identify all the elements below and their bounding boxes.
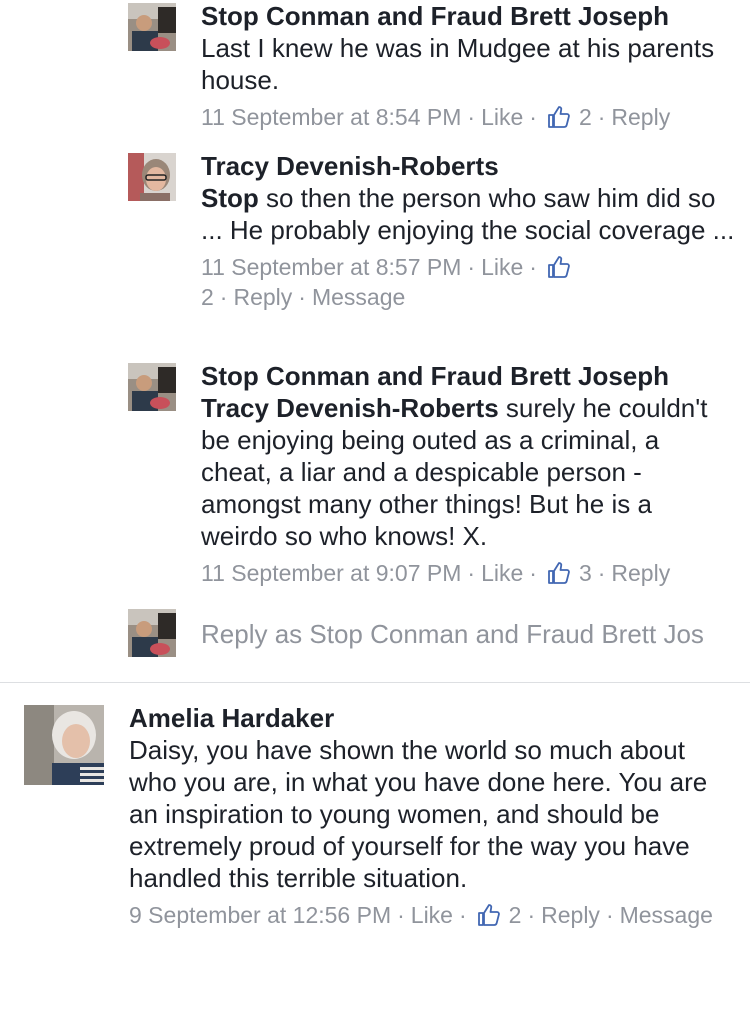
comment-2: Tracy Devenish-Roberts Stop so then the … <box>0 150 750 350</box>
comment-timestamp[interactable]: 11 September at 8:57 PM <box>201 254 461 280</box>
comment-text: so then the person who saw him did so ..… <box>201 183 735 245</box>
comment-meta: 11 September at 8:54 PM · Like · 2 · Reply <box>201 102 741 132</box>
thumbs-up-icon[interactable] <box>547 105 571 129</box>
separator: · <box>458 902 467 928</box>
separator: · <box>605 902 614 928</box>
like-count: 2 <box>201 284 214 310</box>
reply-link[interactable]: Reply <box>541 902 600 928</box>
message-link[interactable]: Message <box>620 902 713 928</box>
comment-3: Stop Conman and Fraud Brett Joseph Tracy… <box>0 360 750 596</box>
comment-text: Last I knew he was in Mudgee at his pare… <box>201 33 715 95</box>
separator: · <box>467 104 476 130</box>
reply-composer[interactable]: Reply as Stop Conman and Fraud Brett Jos <box>0 606 750 662</box>
comment-author[interactable]: Amelia Hardaker <box>129 702 729 734</box>
comment-author[interactable]: Stop Conman and Fraud Brett Joseph <box>201 360 731 392</box>
comment-mention[interactable]: Tracy Devenish-Roberts <box>201 393 499 423</box>
comment-text: Daisy, you have shown the world so much … <box>129 735 708 893</box>
like-count: 3 <box>578 560 592 586</box>
avatar[interactable] <box>128 3 176 51</box>
reply-link[interactable]: Reply <box>233 284 292 310</box>
avatar <box>128 609 176 657</box>
avatar-photo <box>128 609 176 657</box>
comment-author[interactable]: Stop Conman and Fraud Brett Joseph <box>201 0 741 32</box>
thumbs-up-icon[interactable] <box>547 561 571 585</box>
comment-timestamp[interactable]: 9 September at 12:56 PM <box>129 902 391 928</box>
comment-timestamp[interactable]: 11 September at 8:54 PM <box>201 104 461 130</box>
separator: · <box>219 284 228 310</box>
reply-link[interactable]: Reply <box>611 560 670 586</box>
like-count: 2 <box>578 104 592 130</box>
like-link[interactable]: Like <box>481 104 523 130</box>
reply-input[interactable]: Reply as Stop Conman and Fraud Brett Jos <box>201 618 750 650</box>
thumbs-up-icon[interactable] <box>477 903 501 927</box>
separator: · <box>527 902 536 928</box>
like-link[interactable]: Like <box>411 902 453 928</box>
message-link[interactable]: Message <box>312 284 405 310</box>
separator: · <box>529 254 537 280</box>
like-link[interactable]: Like <box>481 254 523 280</box>
comment-author[interactable]: Tracy Devenish-Roberts <box>201 150 741 182</box>
comment-1: Stop Conman and Fraud Brett Joseph Last … <box>0 0 750 140</box>
like-count: 2 <box>508 902 522 928</box>
separator: · <box>467 560 476 586</box>
thumbs-up-icon[interactable] <box>547 255 571 279</box>
comment-meta: 11 September at 9:07 PM · Like · 3 · Reply <box>201 558 731 588</box>
comment-mention[interactable]: Stop <box>201 183 259 213</box>
reply-link[interactable]: Reply <box>611 104 670 130</box>
separator: · <box>298 284 306 310</box>
avatar-photo <box>128 153 176 201</box>
separator: · <box>597 104 606 130</box>
like-link[interactable]: Like <box>481 560 523 586</box>
separator: · <box>529 104 537 130</box>
separator: · <box>397 902 405 928</box>
avatar-photo <box>128 3 176 51</box>
separator: · <box>467 254 476 280</box>
comment-meta: 9 September at 12:56 PM · Like · 2 · Reply · Mes… <box>129 900 729 930</box>
avatar[interactable] <box>24 705 104 785</box>
separator: · <box>597 560 606 586</box>
avatar[interactable] <box>128 153 176 201</box>
separator: · <box>529 560 537 586</box>
comment-timestamp[interactable]: 11 September at 9:07 PM <box>201 560 461 586</box>
comment-meta: 11 September at 8:57 PM · Like ·2 · Reply · Mes… <box>201 252 741 312</box>
comment-4: Amelia Hardaker Daisy, you have shown th… <box>0 702 750 1002</box>
avatar-photo <box>24 705 104 785</box>
divider <box>0 682 750 683</box>
avatar-photo <box>128 363 176 411</box>
avatar[interactable] <box>128 363 176 411</box>
